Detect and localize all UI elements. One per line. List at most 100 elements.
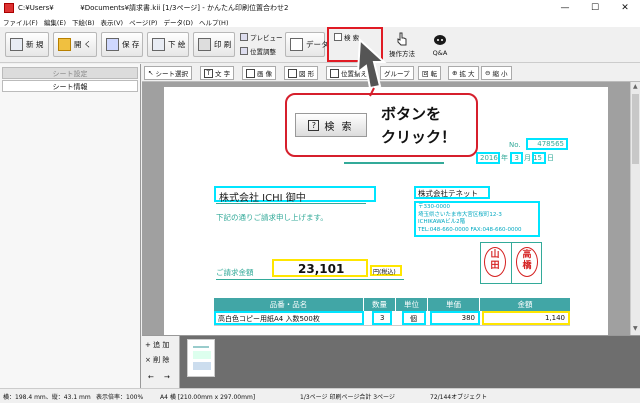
header-amount: 金額 [517, 300, 533, 309]
menu-view[interactable]: 表示(V) [101, 17, 124, 27]
row-item-field[interactable]: 高白色コピー用紙A4 入数500枚 [214, 311, 364, 325]
year-field[interactable]: 2016 [476, 152, 500, 164]
rotate-button[interactable]: 回 転 [418, 66, 442, 80]
issuer-address-field[interactable]: 〒330-0000 埼玉県さいたま市大宮区桜町12-3 ICHIKAWAビル2階… [414, 201, 540, 237]
underlay-button[interactable]: 下 絵 [147, 32, 189, 57]
amount-suffix-field[interactable]: 円(税込) [370, 265, 402, 276]
page-thumbnail[interactable] [187, 339, 215, 377]
thumb-line [193, 346, 209, 348]
sheet-select-button[interactable]: ↖ シート選択 [144, 66, 192, 80]
save-button[interactable]: 保 存 [101, 32, 143, 57]
zoom-out-label: 縮 小 [492, 70, 508, 78]
menu-page[interactable]: ページ(P) [129, 17, 157, 27]
app-icon [4, 3, 14, 13]
year-value: 2016 [480, 154, 498, 162]
header-qty: 数量 [364, 298, 396, 311]
row-amount-field[interactable]: 1,140 [482, 311, 570, 325]
row-price-field[interactable]: 380 [430, 311, 480, 325]
menu-underlay[interactable]: 下絵(B) [72, 17, 95, 27]
zoom-in-label: 拡 大 [459, 70, 475, 78]
preview-button[interactable]: プレビュー [240, 31, 283, 42]
menu-edit[interactable]: 編集(E) [44, 17, 66, 27]
add-page-button[interactable]: + 追 加 [145, 340, 169, 352]
vertical-scrollbar[interactable]: ▲ ▼ [630, 82, 640, 335]
new-label: 新 規 [26, 40, 44, 49]
row-unit: 個 [410, 315, 417, 323]
month-unit: 月 [524, 154, 531, 162]
month-field[interactable]: 3 [510, 152, 523, 164]
new-document-icon [10, 38, 23, 51]
underlay-icon [152, 38, 165, 51]
shape-button[interactable]: 図 形 [284, 66, 319, 80]
search-icon: ? [308, 119, 320, 131]
add-page-label: 追 加 [153, 341, 170, 349]
recipient-field[interactable]: 株式会社 ICHI 御中 [214, 186, 376, 204]
position-adjust-button[interactable]: 位置調整 [240, 45, 276, 56]
open-button[interactable]: 開 く [53, 32, 97, 57]
minimize-button[interactable]: — [550, 0, 580, 16]
left-panel: シート設定 シート情報 [0, 64, 141, 388]
issuer-addr1: 埼玉県さいたま市大宮区桜町12-3 [418, 211, 502, 218]
status-paper: A4 横 [210.00mm x 297.00mm] [160, 394, 256, 401]
row-price: 380 [461, 314, 475, 322]
invoice-no-field[interactable]: 478565 [526, 138, 568, 150]
image-button[interactable]: 画 像 [242, 66, 277, 80]
year-unit: 年 [501, 154, 508, 162]
row-item-name: 高白色コピー用紙A4 入数500枚 [218, 315, 320, 323]
print-button[interactable]: 印 刷 [193, 32, 235, 57]
day-unit: 日 [547, 154, 554, 162]
thumb-block [193, 351, 211, 359]
scroll-down-icon[interactable]: ▼ [633, 325, 638, 332]
row-qty-field[interactable]: 3 [372, 311, 392, 325]
row-amount: 1,140 [544, 314, 565, 322]
menu-bar: ファイル(F) 編集(E) 下絵(B) 表示(V) ページ(P) データ(D) … [0, 16, 640, 27]
prev-page-button[interactable]: ← [148, 373, 154, 385]
maximize-button[interactable]: ☐ [580, 0, 610, 16]
invoice-no-value: 478565 [537, 140, 564, 148]
amount-field[interactable]: 23,101 [272, 259, 368, 277]
text-button[interactable]: T 文 字 [200, 66, 235, 80]
print-label: 印 刷 [214, 40, 232, 49]
day-field[interactable]: 15 [532, 152, 546, 164]
save-label: 保 存 [122, 40, 140, 49]
tab-sheet-settings[interactable]: シート設定 [2, 67, 138, 79]
next-page-button[interactable]: → [164, 373, 170, 385]
plus-icon: + [145, 341, 154, 349]
stamp-takahashi-text: 高橋 [522, 250, 532, 271]
window-path: C:¥Users¥ [18, 4, 54, 12]
hand-pointer-icon [397, 32, 407, 46]
printer-icon [198, 38, 211, 51]
sheet-select-label: シート選択 [155, 70, 188, 78]
issuer-name-field[interactable]: 株式会社テネット [414, 186, 490, 199]
header-price: 単価 [428, 298, 480, 311]
title-bar: C:¥Users¥ ¥Documents¥請求書.kii [1/3ページ] - … [0, 0, 640, 16]
close-button[interactable]: ✕ [610, 0, 640, 16]
delete-page-button[interactable]: × 削 除 [145, 355, 169, 367]
status-objects: 72/144オブジェクト [430, 394, 488, 401]
status-bar: 横：198.4 mm、縦：43.1 mm 表示倍率：100% A4 横 [210… [0, 388, 640, 403]
callout-line2: クリック！ [381, 128, 457, 146]
intro-text: 下記の通りご請求申し上げます。 [216, 213, 328, 222]
zoom-out-button[interactable]: ⊖ 縮 小 [481, 66, 512, 80]
menu-data[interactable]: データ(D) [163, 17, 193, 27]
new-button[interactable]: 新 規 [5, 32, 49, 57]
row-unit-field[interactable]: 個 [402, 311, 426, 325]
amount-label: ご請求金額 [216, 268, 254, 277]
status-pages: 1/3ページ 印刷ページ合計 3ページ [300, 394, 395, 401]
qa-button[interactable]: Q&A [425, 30, 455, 60]
menu-file[interactable]: ファイル(F) [3, 17, 38, 27]
data-button[interactable]: データ [285, 32, 329, 57]
amount-underline [216, 279, 404, 280]
scroll-up-icon[interactable]: ▲ [633, 83, 638, 90]
tab-sheet-info[interactable]: シート情報 [2, 80, 138, 92]
zoom-in-button[interactable]: ⊕ 拡 大 [448, 66, 479, 80]
stamp-takahashi: 高橋 [516, 247, 538, 277]
pointer-arrow-icon [356, 38, 387, 97]
menu-help[interactable]: ヘルプ(H) [199, 17, 228, 27]
cursor-icon: ↖ [148, 69, 154, 77]
underlay-label: 下 絵 [168, 40, 186, 49]
callout-message: ボタンを クリック！ [381, 103, 456, 149]
scroll-thumb[interactable] [632, 94, 639, 164]
issuer-address-block: 〒330-0000 埼玉県さいたま市大宮区桜町12-3 ICHIKAWAビル2階… [418, 204, 521, 234]
zoom-out-icon: ⊖ [485, 69, 491, 77]
